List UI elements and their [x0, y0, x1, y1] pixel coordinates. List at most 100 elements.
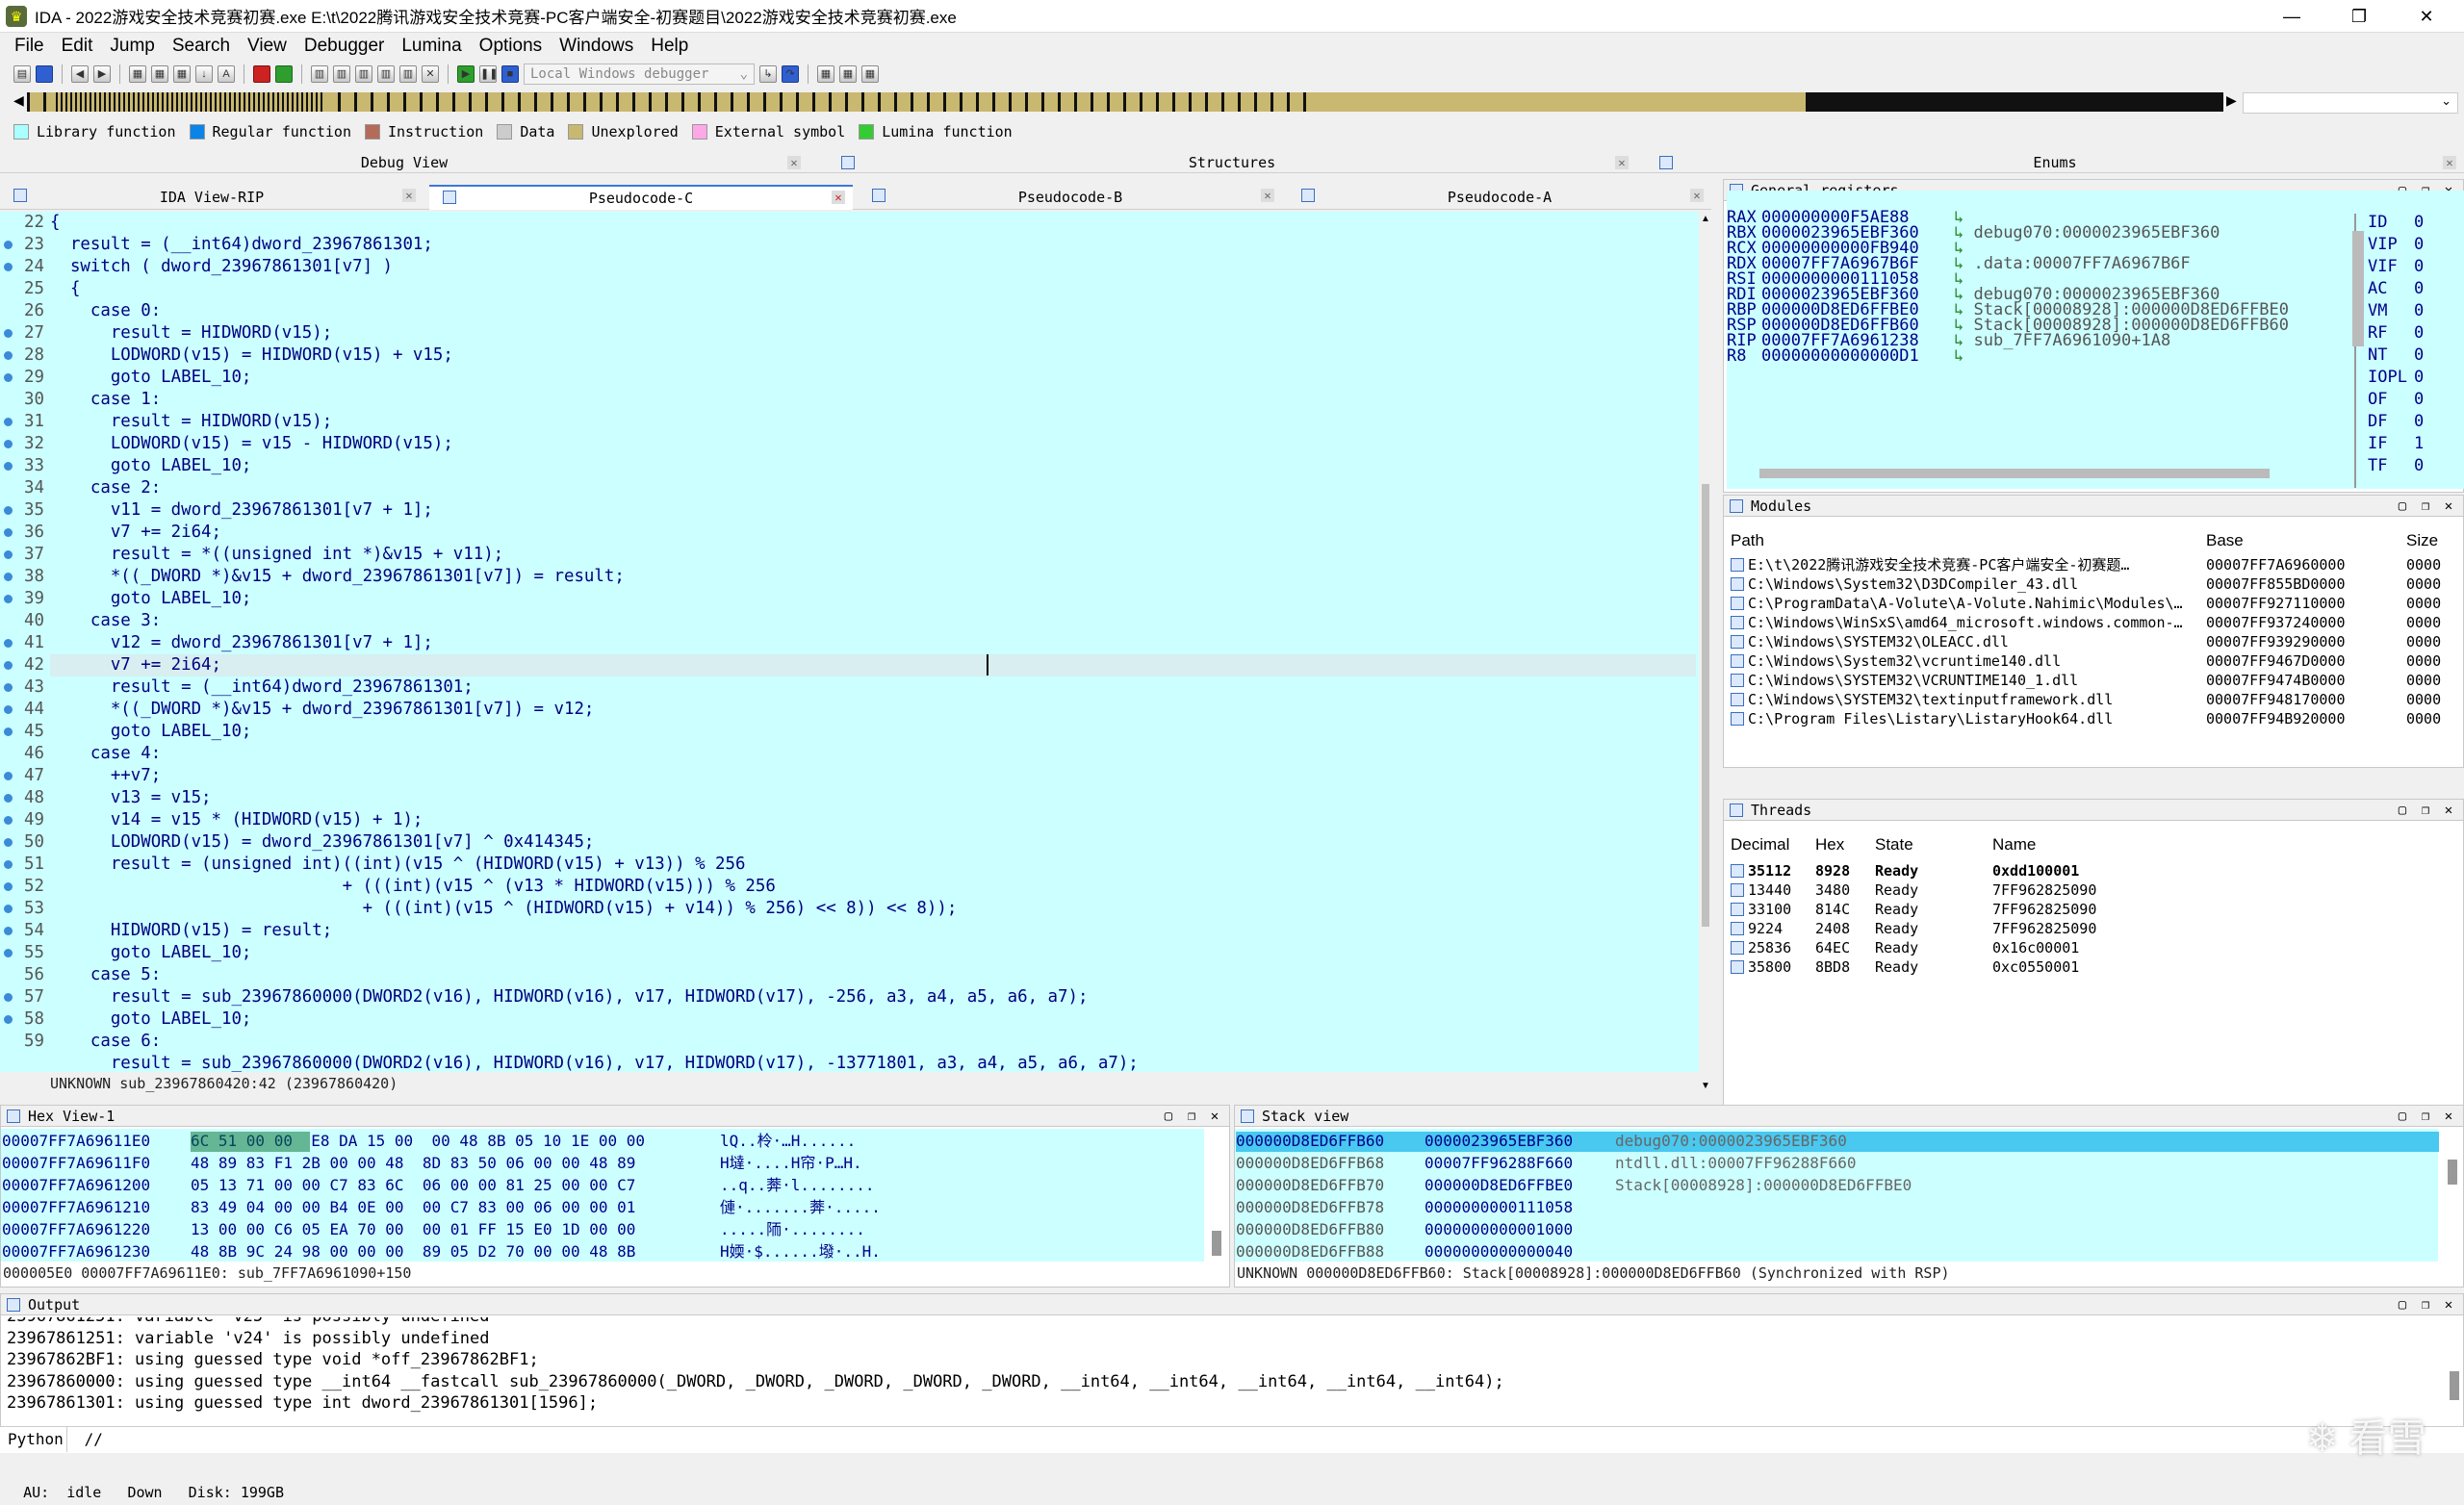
tab-pseudocode-a[interactable]: Pseudocode-A ✕ — [1288, 185, 1711, 210]
breakpoint-dot-icon[interactable] — [4, 373, 13, 382]
menu-windows[interactable]: Windows — [551, 36, 642, 57]
hex-address[interactable]: 00007FF7A6961210 — [2, 1198, 150, 1217]
code-line[interactable]: 25 { — [24, 278, 1696, 300]
tab-ida-view[interactable]: IDA View-RIP ✕ — [0, 185, 424, 210]
module-path[interactable]: C:\Program Files\Listary\ListaryHook64.d… — [1748, 709, 2200, 728]
thread-decimal[interactable]: 13440 — [1748, 880, 1791, 900]
code-line[interactable]: 23 result = (__int64)dword_23967861301; — [4, 234, 1696, 256]
thread-hex[interactable]: 3480 — [1815, 880, 1850, 900]
modules-header-size[interactable]: Size — [2406, 531, 2438, 550]
code-line[interactable]: 31 result = HIDWORD(v15); — [4, 411, 1696, 433]
hex-ascii[interactable]: ..q..莾·l........ — [720, 1176, 875, 1195]
breakpoint-dot-icon[interactable] — [4, 462, 13, 471]
breakpoint-dot-icon[interactable] — [4, 838, 13, 847]
module-path[interactable]: C:\Windows\SYSTEM32\textinputframework.d… — [1748, 690, 2200, 709]
code-icon[interactable]: ▥ — [355, 65, 372, 83]
nav-right-arrow-icon[interactable]: ▶ — [2226, 92, 2237, 109]
close-button[interactable]: ✕ — [2397, 0, 2456, 33]
breakpoint-dot-icon[interactable] — [4, 860, 13, 869]
breakpoint-dot-icon[interactable] — [4, 241, 13, 249]
struct-icon[interactable]: ▥ — [399, 65, 417, 83]
module-size[interactable]: 0000 — [2406, 574, 2441, 594]
thread-hex[interactable]: 2408 — [1815, 919, 1850, 938]
code-line[interactable]: 40 case 3: — [24, 610, 1696, 632]
stack-reference[interactable]: ntdll.dll:00007FF96288F660 — [1615, 1154, 1856, 1173]
code-line[interactable]: 53 + (((int)(v15 ^ (HIDWORD(v15) + v14))… — [4, 898, 1696, 920]
thread-decimal[interactable]: 33100 — [1748, 900, 1791, 919]
stack-address[interactable]: 000000D8ED6FFB68 — [1236, 1154, 1384, 1173]
hex-ascii[interactable]: lQ..柃·…H...... — [720, 1132, 856, 1151]
flag-value[interactable]: 0 — [2414, 213, 2424, 232]
code-line[interactable]: 56 case 5: — [24, 964, 1696, 986]
save-icon[interactable] — [36, 65, 53, 83]
module-size[interactable]: 0000 — [2406, 555, 2441, 574]
flag-row[interactable]: DF 0 — [2368, 411, 2424, 433]
code-line[interactable]: 30 case 1: — [24, 389, 1696, 411]
breakpoint-dot-icon[interactable] — [4, 1015, 13, 1024]
flag-row[interactable]: NT 0 — [2368, 344, 2424, 367]
module-base[interactable]: 00007FF7A6960000 — [2206, 555, 2346, 574]
float-pane-icon[interactable]: ❐ — [2415, 496, 2436, 517]
stack-reference[interactable]: Stack[00008928]:000000D8ED6FFBE0 — [1615, 1176, 1912, 1195]
hex-bytes[interactable]: 48 8B 9C 24 98 00 00 00 89 05 D2 70 00 0… — [191, 1242, 635, 1262]
start-process-icon[interactable]: ▶ — [457, 65, 475, 83]
float-pane-icon[interactable]: ❐ — [2415, 1294, 2436, 1315]
menu-search[interactable]: Search — [164, 36, 239, 57]
hex-ascii[interactable]: .....陑·........ — [720, 1220, 865, 1239]
hex-address[interactable]: 00007FF7A6961230 — [2, 1242, 150, 1262]
module-path[interactable]: C:\Windows\System32\D3DCompiler_43.dll — [1748, 574, 2200, 594]
threads-header-decimal[interactable]: Decimal — [1731, 835, 1789, 855]
breakpoint-dot-icon[interactable] — [4, 263, 13, 271]
code-line[interactable]: 33 goto LABEL_10; — [4, 455, 1696, 477]
tab-pseudocode-c[interactable]: Pseudocode-C ✕ — [429, 185, 853, 210]
code-line[interactable]: 55 goto LABEL_10; — [4, 942, 1696, 964]
thread-state[interactable]: Ready — [1875, 861, 1918, 880]
flag-row[interactable]: OF 0 — [2368, 389, 2424, 411]
hex-bytes[interactable]: 48 89 83 F1 2B 00 00 48 8D 83 50 06 00 0… — [191, 1154, 635, 1173]
code-line[interactable]: 35 v11 = dword_23967861301[v7 + 1]; — [4, 499, 1696, 522]
minimize-button[interactable]: — — [2262, 0, 2322, 33]
flag-row[interactable]: IF 1 — [2368, 433, 2424, 455]
thread-decimal[interactable]: 35800 — [1748, 957, 1791, 977]
close-icon[interactable]: ✕ — [402, 189, 416, 202]
menu-jump[interactable]: Jump — [101, 36, 163, 57]
return-icon[interactable]: ▦ — [839, 65, 857, 83]
code-line[interactable]: 34 case 2: — [24, 477, 1696, 499]
maximize-pane-icon[interactable]: ▢ — [2392, 1294, 2413, 1315]
flag-value[interactable]: 0 — [2414, 279, 2424, 298]
thread-decimal[interactable]: 25836 — [1748, 938, 1791, 957]
module-base[interactable]: 00007FF939290000 — [2206, 632, 2346, 651]
maximize-pane-icon[interactable]: ▢ — [1158, 1106, 1179, 1127]
code-line[interactable]: 44 *((_DWORD *)&v15 + dword_23967861301[… — [4, 699, 1696, 721]
menu-view[interactable]: View — [239, 36, 295, 57]
breakpoint-dot-icon[interactable] — [4, 927, 13, 935]
maximize-pane-icon[interactable]: ▢ — [2392, 1106, 2413, 1127]
code-line[interactable]: 41 v12 = dword_23967861301[v7 + 1]; — [4, 632, 1696, 654]
code-line[interactable]: result = sub_23967860000(DWORD2(v16), HI… — [50, 1053, 1696, 1072]
module-path[interactable]: C:\ProgramData\A-Volute\A-Volute.Nahimic… — [1748, 594, 2200, 613]
module-base[interactable]: 00007FF927110000 — [2206, 594, 2346, 613]
close-icon[interactable]: ✕ — [2438, 1294, 2459, 1315]
module-path[interactable]: E:\t\2022腾讯游戏安全技术竞赛-PC客户端安全-初赛题… — [1748, 555, 2200, 574]
register-row[interactable]: R8 00000000000000D1 ↳ — [1727, 348, 1973, 365]
code-line[interactable]: 59 case 6: — [24, 1031, 1696, 1053]
thread-name[interactable]: 7FF962825090 — [1992, 900, 2096, 919]
flag-value[interactable]: 0 — [2414, 323, 2424, 343]
menu-options[interactable]: Options — [471, 36, 551, 57]
hex-bytes[interactable]: 05 13 71 00 00 C7 83 6C 06 00 00 81 25 0… — [191, 1176, 635, 1195]
stack-value[interactable]: 0000023965EBF360 — [1424, 1132, 1573, 1151]
float-pane-icon[interactable]: ❐ — [2415, 1106, 2436, 1127]
hex-bytes[interactable]: 83 49 04 00 00 B4 0E 00 00 C7 83 00 06 0… — [191, 1198, 635, 1217]
code-line[interactable]: 28 LODWORD(v15) = HIDWORD(v15) + v15; — [4, 344, 1696, 367]
module-size[interactable]: 0000 — [2406, 613, 2441, 632]
maximize-pane-icon[interactable]: ▢ — [2392, 496, 2413, 517]
search-next-icon[interactable]: ↓ — [195, 65, 213, 83]
breakpoint-dot-icon[interactable] — [4, 882, 13, 891]
threads-header-hex[interactable]: Hex — [1815, 835, 1844, 855]
code-line[interactable]: 29 goto LABEL_10; — [4, 367, 1696, 389]
module-base[interactable]: 00007FF9474B0000 — [2206, 671, 2346, 690]
code-line[interactable]: 39 goto LABEL_10; — [4, 588, 1696, 610]
code-line[interactable]: 52 + (((int)(v15 ^ (v13 * HIDWORD(v15)))… — [4, 876, 1696, 898]
stop-process-icon[interactable]: ■ — [501, 65, 519, 83]
flag-value[interactable]: 0 — [2414, 345, 2424, 365]
